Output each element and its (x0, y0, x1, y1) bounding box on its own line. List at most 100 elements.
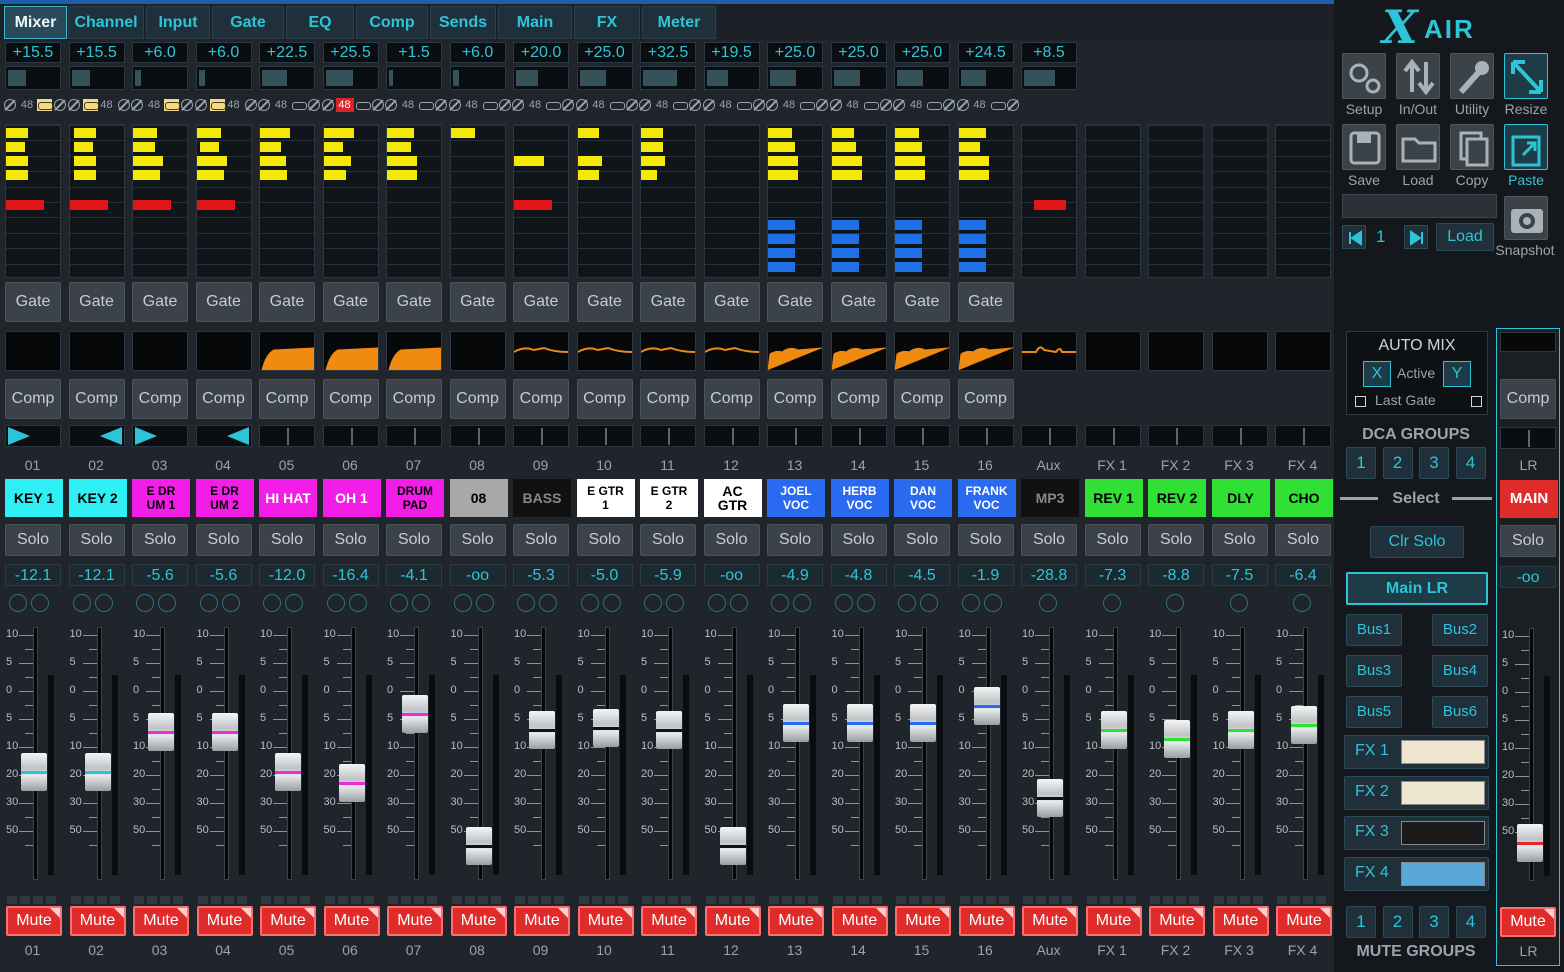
send-knob[interactable] (580, 594, 599, 612)
gate-button[interactable]: Gate (767, 282, 823, 322)
solo-button[interactable]: Solo (68, 524, 125, 556)
trim-slider[interactable] (830, 66, 887, 90)
send-knob[interactable] (9, 594, 27, 612)
send-knob[interactable] (199, 594, 218, 612)
snapshot-next-button[interactable] (1404, 225, 1428, 249)
gate-button[interactable]: Gate (132, 282, 188, 322)
mute-group-button-4[interactable]: 4 (1455, 906, 1486, 938)
mute-button[interactable]: Mute (1212, 906, 1269, 936)
gain-value[interactable]: +25.5 (322, 42, 379, 63)
channel-fader[interactable]: 10 5 0 5 10 20 30 50 (446, 625, 509, 883)
lr-mute-button[interactable]: Mute (1500, 907, 1556, 937)
fader-cap[interactable] (1291, 706, 1317, 744)
channel-name[interactable]: FRANK VOC (957, 479, 1016, 517)
channel-fader[interactable]: 10 5 0 5 10 20 30 50 (1208, 625, 1271, 883)
gate-button[interactable]: Gate (830, 282, 887, 322)
solo-button[interactable]: Solo (1021, 524, 1077, 556)
channel-fader[interactable]: 10 5 0 5 10 20 30 50 (763, 625, 826, 883)
fader-track[interactable] (922, 627, 927, 880)
phantom-48v-button[interactable]: 48 (526, 98, 544, 112)
dynamics-graph[interactable] (894, 331, 950, 371)
lr-comp-button[interactable]: Comp (1500, 379, 1556, 419)
pan-control[interactable] (132, 425, 188, 447)
send-knob[interactable] (1293, 594, 1311, 612)
channel-fader[interactable]: 10 5 0 5 10 20 30 50 (890, 625, 953, 883)
phase-invert-icon[interactable] (385, 99, 397, 112)
trim-slider[interactable] (68, 66, 125, 90)
comp-button[interactable]: Comp (513, 379, 569, 419)
solo-button[interactable]: Solo (386, 524, 442, 556)
link-icon[interactable] (990, 99, 1006, 111)
phase-invert-icon[interactable] (766, 99, 778, 112)
comp-button[interactable]: Comp (195, 379, 252, 419)
trim-slider[interactable] (259, 66, 315, 90)
send-knob[interactable] (136, 594, 154, 612)
tab-meter[interactable]: Meter (642, 6, 716, 39)
pan-control[interactable] (1084, 425, 1141, 447)
pan-control[interactable] (513, 425, 569, 447)
dynamics-graph[interactable] (513, 331, 569, 371)
pan-control[interactable] (830, 425, 887, 447)
send-knob[interactable] (475, 594, 494, 612)
trim-slider[interactable] (132, 66, 188, 90)
send-knob[interactable] (158, 594, 176, 612)
mute-button[interactable]: Mute (768, 906, 824, 936)
pan-control[interactable] (195, 425, 252, 447)
dynamics-graph[interactable] (259, 331, 315, 371)
trim-slider[interactable] (449, 66, 506, 90)
send-knob[interactable] (517, 594, 535, 612)
fader-cap[interactable] (1100, 711, 1127, 749)
phantom-48v-button[interactable]: 48 (399, 98, 417, 112)
fader-cap[interactable] (656, 711, 682, 749)
send-knob[interactable] (707, 594, 726, 612)
channel-name[interactable]: REV 1 (1084, 479, 1143, 517)
solo-button[interactable]: Solo (449, 524, 506, 556)
dca-group-button-4[interactable]: 4 (1455, 447, 1486, 479)
send-knob[interactable] (1102, 594, 1121, 612)
trim-slider[interactable] (1021, 66, 1077, 90)
pan-control[interactable] (1275, 425, 1331, 447)
send-knob[interactable] (856, 594, 875, 612)
mute-button[interactable]: Mute (450, 906, 507, 936)
phantom-48v-button[interactable]: 48 (272, 98, 290, 112)
trim-slider[interactable] (322, 66, 379, 90)
channel-fader[interactable]: 10 5 0 5 10 20 30 50 (636, 625, 699, 883)
inout-button[interactable] (1396, 53, 1440, 99)
automix-y-button[interactable]: Y (1443, 361, 1471, 387)
send-knob[interactable] (285, 594, 303, 612)
link-icon[interactable] (209, 99, 226, 112)
gate-button[interactable]: Gate (386, 282, 442, 322)
send-knob[interactable] (666, 594, 684, 612)
comp-button[interactable]: Comp (767, 379, 823, 419)
dynamics-graph[interactable] (1148, 331, 1204, 371)
channel-name[interactable]: BASS (513, 479, 571, 517)
fader-track[interactable] (668, 627, 673, 880)
dynamics-graph[interactable] (5, 331, 61, 371)
dynamics-graph[interactable] (449, 331, 506, 371)
send-knob[interactable] (263, 594, 281, 612)
mute-group-button-2[interactable]: 2 (1382, 906, 1413, 938)
phantom-48v-button[interactable]: 48 (18, 98, 36, 112)
tab-sends[interactable]: Sends (430, 6, 496, 39)
pan-control[interactable] (1021, 425, 1077, 447)
gain-value[interactable]: +6.0 (132, 42, 188, 63)
channel-name[interactable]: E GTR 1 (576, 479, 635, 517)
fader-track[interactable] (1112, 627, 1118, 880)
send-knob[interactable] (348, 594, 367, 612)
fader-cap[interactable] (211, 713, 238, 751)
fader-track[interactable] (223, 627, 229, 880)
send-knob[interactable] (31, 594, 49, 612)
channel-name[interactable]: HI HAT (259, 479, 317, 517)
phantom-48v-button[interactable]: 48 (971, 98, 989, 112)
mute-button[interactable]: Mute (577, 906, 634, 936)
lr-fader[interactable]: 10 5 0 5 10 20 30 50 (1497, 626, 1560, 884)
link-icon[interactable] (545, 99, 561, 111)
gain-value[interactable]: +6.0 (195, 42, 252, 63)
link-icon[interactable] (291, 99, 307, 111)
gain-value[interactable]: +6.0 (449, 42, 506, 63)
setup-button[interactable] (1342, 53, 1386, 99)
phantom-48v-button[interactable]: 48 (844, 98, 862, 112)
gate-button[interactable]: Gate (322, 282, 379, 322)
mute-button[interactable]: Mute (958, 906, 1015, 936)
channel-name[interactable]: HERB VOC (830, 479, 889, 517)
